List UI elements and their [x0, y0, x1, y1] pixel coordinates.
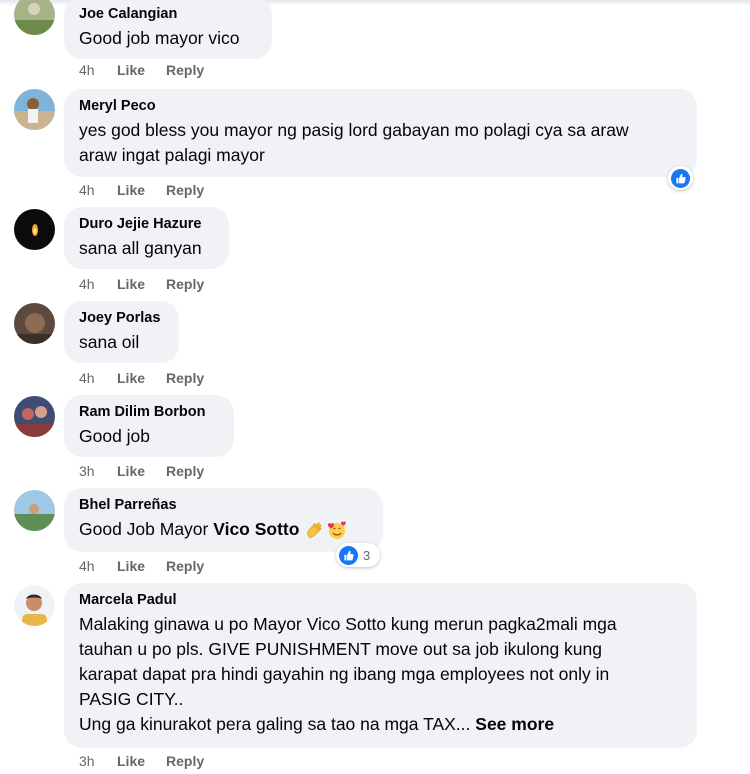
- comment-text: Good Job Mayor Vico Sotto: [79, 517, 368, 542]
- avatar[interactable]: [14, 585, 55, 626]
- comment-text: Good job mayor vico: [79, 28, 240, 48]
- comment-actions: 4h Like Reply: [79, 558, 204, 574]
- comment-actions: 3h Like Reply: [79, 753, 204, 769]
- comment-text: Malaking ginawa u po Mayor Vico Sotto ku…: [79, 612, 682, 737]
- comment-author[interactable]: Marcela Padul: [79, 591, 682, 609]
- like-button[interactable]: Like: [117, 463, 166, 479]
- like-button[interactable]: Like: [117, 753, 166, 769]
- comment-time[interactable]: 4h: [79, 182, 117, 198]
- avatar[interactable]: [14, 490, 55, 531]
- comment-text-line: Malaking ginawa u po Mayor Vico Sotto ku…: [79, 614, 617, 634]
- comment-text-line-last: Ung ga kinurakot pera galing sa tao na m…: [79, 712, 682, 737]
- comment-actions: 4h Like Reply: [79, 370, 204, 386]
- mention-link[interactable]: Vico Sotto: [213, 519, 299, 539]
- like-button[interactable]: Like: [117, 558, 166, 574]
- comment-time[interactable]: 3h: [79, 753, 117, 769]
- reply-button[interactable]: Reply: [166, 62, 204, 78]
- comment-actions: 4h Like Reply: [79, 182, 204, 198]
- comment-text-plain: Good Job Mayor: [79, 519, 214, 539]
- reaction-summary[interactable]: 3: [336, 543, 380, 567]
- comment-time[interactable]: 4h: [79, 370, 117, 386]
- avatar[interactable]: [14, 89, 55, 130]
- comment-bubble: Bhel Parreñas Good Job Mayor Vico Sotto: [64, 488, 383, 552]
- comment-author[interactable]: Joe Calangian: [79, 5, 257, 23]
- comment-bubble: Meryl Peco yes god bless you mayor ng pa…: [64, 89, 697, 177]
- comment-text-line: araw ingat palagi mayor: [79, 145, 265, 165]
- clapping-hands-emoji: [307, 522, 322, 539]
- like-button[interactable]: Like: [117, 370, 166, 386]
- comment-author[interactable]: Joey Porlas: [79, 309, 164, 327]
- comment-time[interactable]: 4h: [79, 276, 117, 292]
- avatar[interactable]: [14, 209, 55, 250]
- like-button[interactable]: Like: [117, 62, 166, 78]
- avatar[interactable]: [14, 396, 55, 437]
- comment-actions: 4h Like Reply: [79, 276, 204, 292]
- reply-button[interactable]: Reply: [166, 753, 204, 769]
- see-more-link[interactable]: See more: [475, 714, 554, 734]
- like-reaction-icon: [339, 545, 358, 565]
- avatar[interactable]: [14, 0, 55, 35]
- comment-text: yes god bless you mayor ng pasig lord ga…: [79, 118, 682, 168]
- comment-text: sana all ganyan: [79, 238, 202, 258]
- comment-text-line: tauhan u po pls. GIVE PUNISHMENT move ou…: [79, 639, 603, 659]
- comment-text: Good job: [79, 426, 151, 446]
- comment-time[interactable]: 3h: [79, 463, 117, 479]
- avatar[interactable]: [14, 303, 55, 344]
- like-reaction-icon: [671, 168, 690, 188]
- comment-text-line: karapat dapat pra hindi gayahin ng ibang…: [79, 664, 610, 684]
- comment-author[interactable]: Ram Dilim Borbon: [79, 403, 219, 421]
- reply-button[interactable]: Reply: [166, 370, 204, 386]
- smiling-face-with-hearts-emoji: [328, 521, 347, 540]
- comment-text-line: yes god bless you mayor ng pasig lord ga…: [79, 120, 629, 140]
- comment-time[interactable]: 4h: [79, 558, 117, 574]
- comment-actions: 4h Like Reply: [79, 62, 204, 78]
- comment-bubble: Duro Jejie Hazure sana all ganyan: [64, 207, 229, 269]
- like-button[interactable]: Like: [117, 182, 166, 198]
- comment-bubble: Joe Calangian Good job mayor vico: [64, 0, 272, 59]
- comment-author[interactable]: Bhel Parreñas: [79, 496, 368, 514]
- reply-button[interactable]: Reply: [166, 276, 204, 292]
- comment-bubble: Ram Dilim Borbon Good job: [64, 395, 234, 457]
- comment-actions: 3h Like Reply: [79, 463, 204, 479]
- comment-time[interactable]: 4h: [79, 62, 117, 78]
- reaction-summary[interactable]: [668, 166, 693, 190]
- reply-button[interactable]: Reply: [166, 182, 204, 198]
- comment-author[interactable]: Meryl Peco: [79, 97, 682, 115]
- comment-text-line: PASIG CITY..: [79, 689, 184, 709]
- comment-author[interactable]: Duro Jejie Hazure: [79, 215, 214, 233]
- comment-bubble: Joey Porlas sana oil: [64, 301, 179, 363]
- comment-bubble: Marcela Padul Malaking ginawa u po Mayor…: [64, 583, 697, 748]
- like-button[interactable]: Like: [117, 276, 166, 292]
- reply-button[interactable]: Reply: [166, 463, 204, 479]
- reaction-count: 3: [363, 547, 371, 563]
- comment-text-line: Ung ga kinurakot pera galing sa tao na m…: [79, 714, 471, 734]
- reply-button[interactable]: Reply: [166, 558, 204, 574]
- comment-text: sana oil: [79, 332, 140, 352]
